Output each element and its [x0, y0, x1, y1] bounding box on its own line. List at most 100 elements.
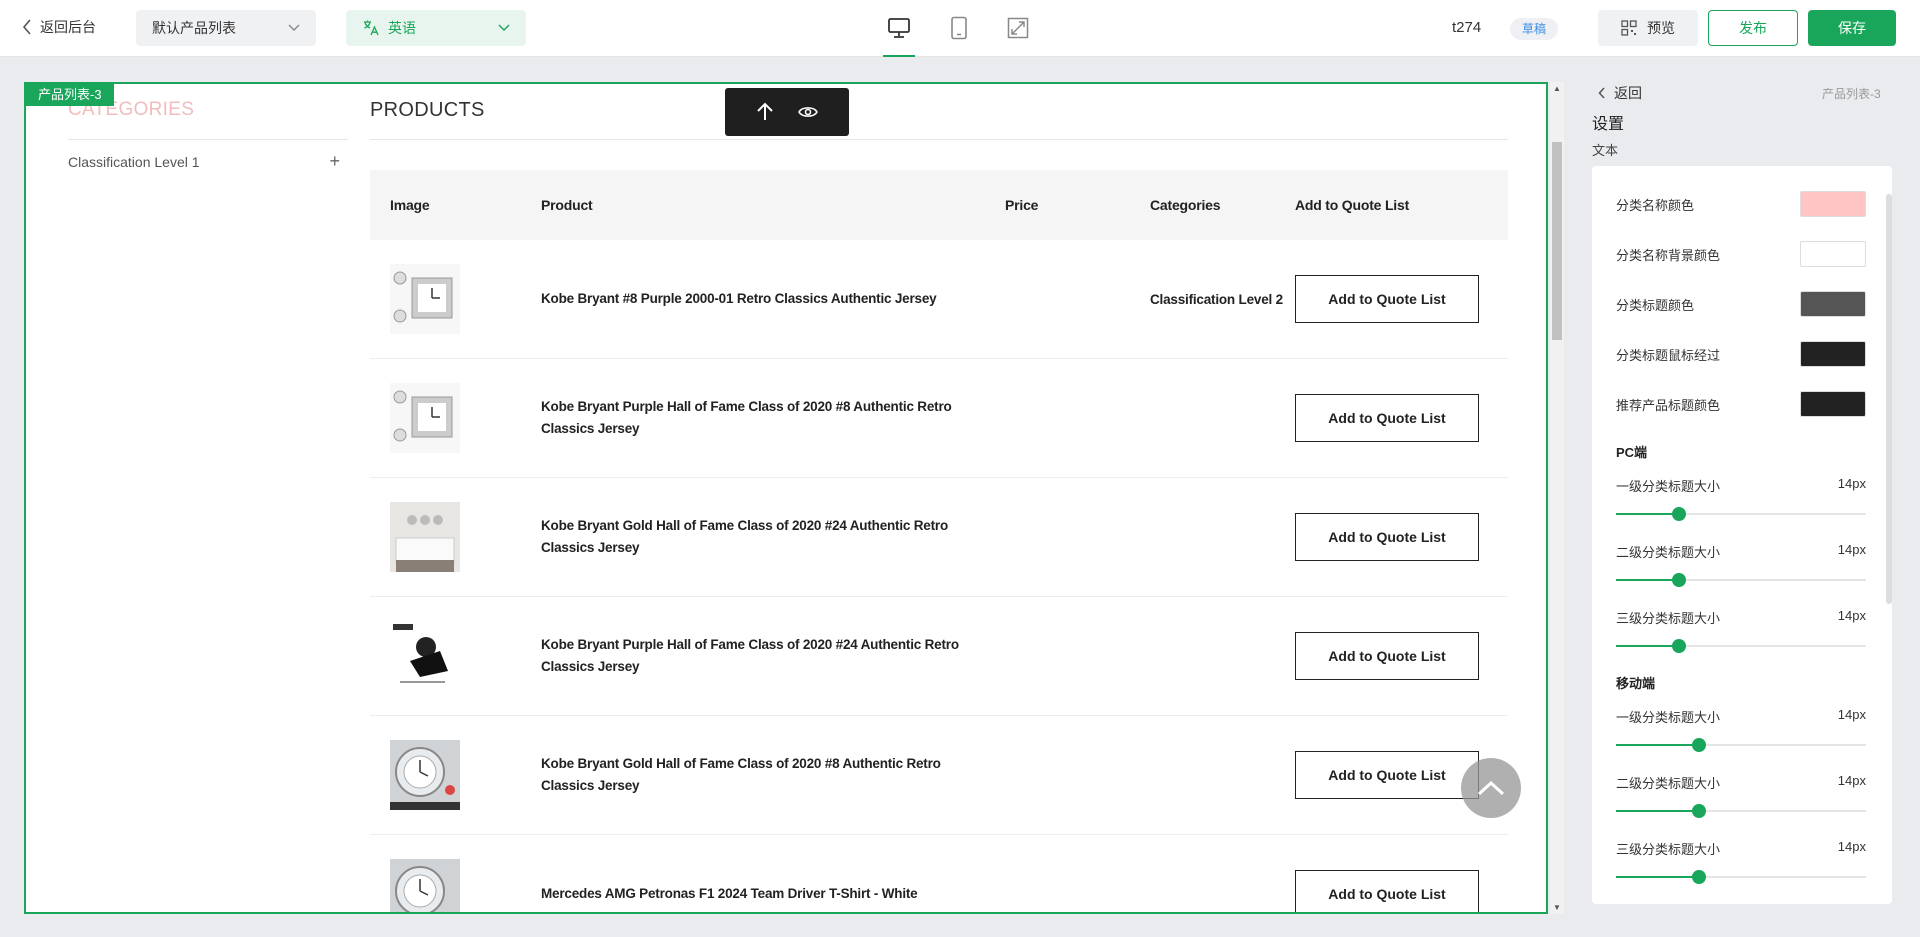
slider-row: 二级分类标题大小 14px [1616, 773, 1866, 818]
plus-icon[interactable]: + [329, 151, 348, 172]
tablet-icon [951, 16, 967, 40]
color-setting-row: 推荐产品标题颜色 [1616, 391, 1866, 417]
product-image[interactable] [390, 859, 460, 912]
slider-label: 三级分类标题大小 [1616, 611, 1721, 626]
slider-handle[interactable] [1691, 738, 1706, 752]
table-row: Kobe Bryant Purple Hall of Fame Class of… [370, 359, 1508, 478]
panel-block-name: 产品列表-3 [1822, 87, 1881, 101]
slider-handle[interactable] [1691, 870, 1706, 884]
product-image[interactable] [390, 502, 460, 572]
add-to-quote-button[interactable]: Add to Quote List [1295, 632, 1479, 680]
status-badge: 草稿 [1510, 18, 1559, 40]
slider-track[interactable] [1616, 804, 1866, 818]
divider [370, 139, 1508, 140]
scrollbar-thumb[interactable] [1552, 142, 1562, 340]
slider-value: 14px [1837, 773, 1866, 788]
tablet-view-button[interactable] [945, 14, 973, 42]
product-list-select[interactable]: 默认产品列表 [136, 10, 316, 46]
back-to-top-button[interactable] [1461, 758, 1521, 818]
table-row: Kobe Bryant Purple Hall of Fame Class of… [370, 597, 1508, 716]
slider-track[interactable] [1616, 507, 1866, 521]
color-setting-label: 分类名称颜色 [1616, 197, 1695, 213]
color-swatch[interactable] [1800, 291, 1866, 317]
slider-label: 二级分类标题大小 [1616, 545, 1721, 560]
desktop-icon [888, 18, 910, 38]
expand-icon [1007, 17, 1029, 39]
slider-value: 14px [1837, 608, 1866, 623]
mobile-section-title: 移动端 [1616, 676, 1656, 691]
header-image: Image [390, 197, 430, 213]
product-name[interactable]: Kobe Bryant Purple Hall of Fame Class of… [541, 396, 1005, 440]
product-image[interactable] [390, 383, 460, 453]
publish-button[interactable]: 发布 [1708, 10, 1798, 46]
canvas-scrollbar[interactable]: ▲ ▼ [1550, 82, 1564, 914]
settings-scrollbar[interactable] [1886, 194, 1892, 604]
move-up-icon[interactable] [756, 102, 774, 122]
color-setting-label: 分类标题鼠标经过 [1616, 347, 1721, 363]
product-thumbnail-clock [390, 383, 460, 453]
slider-handle[interactable] [1671, 573, 1686, 587]
page-canvas: 产品列表-3 CATEGORIES Classification Level 1… [24, 82, 1548, 914]
language-select[interactable]: 英语 [346, 10, 526, 46]
qrcode-icon [1621, 20, 1637, 36]
back-to-admin-link[interactable]: 返回后台 [22, 17, 96, 37]
panel-subtitle: 文本 [1592, 143, 1619, 158]
product-name[interactable]: Kobe Bryant #8 Purple 2000-01 Retro Clas… [541, 288, 1005, 310]
product-name[interactable]: Mercedes AMG Petronas F1 2024 Team Drive… [541, 883, 1005, 905]
header-product: Product [541, 197, 593, 213]
slider-row: 二级分类标题大小 14px [1616, 542, 1866, 587]
language-select-value: 英语 [388, 20, 416, 36]
color-swatch[interactable] [1800, 341, 1866, 367]
slider-handle[interactable] [1671, 639, 1686, 653]
product-thumbnail-bedroom [390, 502, 460, 572]
add-to-quote-button[interactable]: Add to Quote List [1295, 870, 1479, 912]
slider-handle[interactable] [1691, 804, 1706, 818]
slider-track[interactable] [1616, 573, 1866, 587]
slider-track[interactable] [1616, 738, 1866, 752]
add-to-quote-button[interactable]: Add to Quote List [1295, 275, 1479, 323]
products-heading: PRODUCTS [370, 99, 485, 121]
product-name[interactable]: Kobe Bryant Purple Hall of Fame Class of… [541, 634, 1005, 678]
save-button[interactable]: 保存 [1808, 10, 1896, 46]
color-swatch[interactable] [1800, 391, 1866, 417]
slider-label: 二级分类标题大小 [1616, 776, 1721, 791]
desktop-view-button[interactable] [883, 14, 915, 57]
add-to-quote-button[interactable]: Add to Quote List [1295, 394, 1479, 442]
block-tag[interactable]: 产品列表-3 [26, 84, 114, 106]
chevron-left-icon [22, 19, 31, 35]
chevron-up-icon [1477, 780, 1505, 796]
color-swatch[interactable] [1800, 241, 1866, 267]
product-name[interactable]: Kobe Bryant Gold Hall of Fame Class of 2… [541, 515, 1005, 559]
product-image[interactable] [390, 264, 460, 334]
panel-back-link[interactable]: 返回 [1598, 83, 1642, 103]
slider-row: 一级分类标题大小 14px [1616, 476, 1866, 521]
slider-track[interactable] [1616, 870, 1866, 884]
scroll-up-arrow-icon[interactable]: ▲ [1553, 84, 1561, 93]
color-setting-row: 分类名称颜色 [1616, 191, 1866, 217]
product-list-select-value: 默认产品列表 [152, 20, 236, 36]
preview-button[interactable]: 预览 [1598, 10, 1698, 46]
table-header: Image Product Price Categories Add to Qu… [370, 170, 1508, 240]
settings-card: 分类名称颜色 分类名称背景颜色 分类标题颜色 分类标题鼠标经过 推荐产品标题颜色… [1592, 166, 1892, 904]
divider [68, 139, 348, 140]
floating-toolbar [725, 88, 849, 136]
fullscreen-button[interactable] [1004, 14, 1032, 42]
product-image[interactable] [390, 740, 460, 810]
product-name[interactable]: Kobe Bryant Gold Hall of Fame Class of 2… [541, 753, 1005, 797]
slider-track[interactable] [1616, 639, 1866, 653]
add-to-quote-button[interactable]: Add to Quote List [1295, 751, 1479, 799]
eye-icon[interactable] [798, 105, 818, 119]
table-row: Kobe Bryant Gold Hall of Fame Class of 2… [370, 478, 1508, 597]
product-thumbnail-round-clock [390, 740, 460, 810]
header-add-to-quote: Add to Quote List [1295, 197, 1410, 213]
chevron-down-icon [288, 24, 300, 31]
category-item[interactable]: Classification Level 1 + [68, 151, 348, 172]
color-swatch[interactable] [1800, 191, 1866, 217]
product-thumbnail-clock [390, 264, 460, 334]
scroll-down-arrow-icon[interactable]: ▼ [1553, 903, 1561, 912]
add-to-quote-button[interactable]: Add to Quote List [1295, 513, 1479, 561]
product-thumbnail-part [390, 621, 460, 691]
product-image[interactable] [390, 621, 460, 691]
slider-value: 14px [1837, 707, 1866, 722]
slider-handle[interactable] [1671, 507, 1686, 521]
